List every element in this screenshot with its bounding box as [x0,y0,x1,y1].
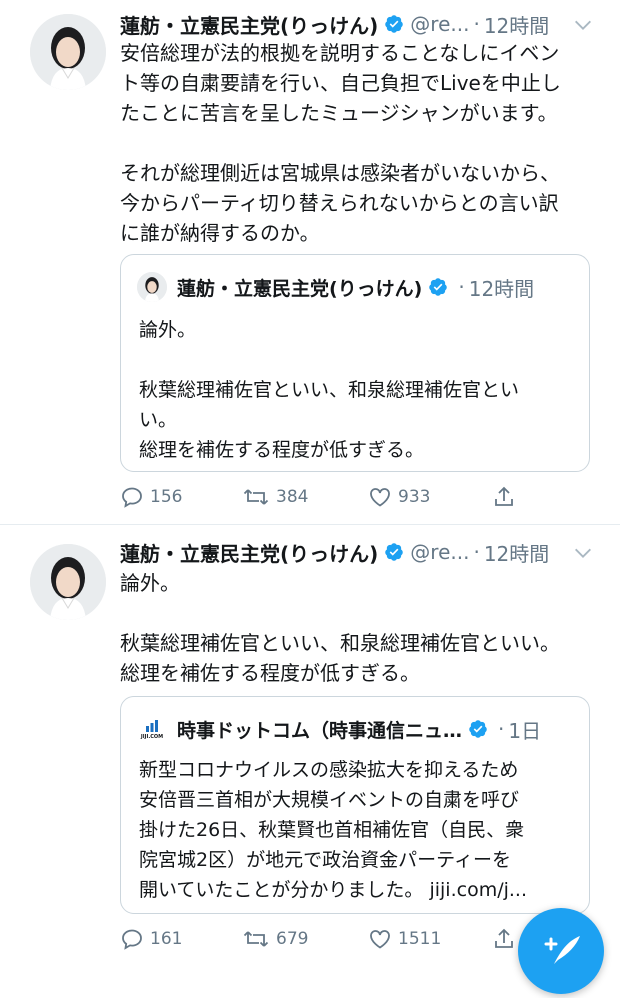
text-line: たことに苦言を呈したミュージシャンがいます。 [120,101,558,125]
text-line: 新型コロナウイルスの感染拡大を抑えるため [139,759,519,781]
share-icon [495,928,513,948]
avatar[interactable] [30,544,106,620]
quoted-display-name: 時事ドットコム（時事通信ニュ… [177,719,463,742]
text-line: 総理を補佐する程度が低すぎる。 [139,439,425,461]
quoted-timestamp: 1日 [508,718,542,743]
avatar[interactable] [30,14,106,90]
separator-dot: · [498,717,505,741]
like-button[interactable]: 933 [368,482,430,512]
tweet-1[interactable]: 蓮舫・立憲民主党(りっけん) @re... · 12時間 安倍総理が法的根拠を説… [0,0,620,522]
jiji-logo: JIJI.COM [137,714,167,744]
tweet-2[interactable]: 蓮舫・立憲民主党(りっけん) @re... · 12時間 論外。 秋葉総理補佐官… [0,526,620,967]
text-line: 院宮城2区）が地元で政治資金パーティーを [139,849,511,871]
text-line: 論外。 [120,571,180,595]
separator-dot: · [473,540,480,564]
text-line: 秋葉総理補佐官といい、和泉総理補佐官とい [139,379,520,401]
retweet-icon [243,489,269,505]
separator-dot: · [458,275,465,299]
handle[interactable]: @re... [410,540,469,564]
text-line: 掛けた26日、秋葉賢也首相補佐官（自民、衆 [139,819,525,841]
tweet-divider [0,524,620,525]
heart-icon [370,930,390,949]
retweet-button[interactable]: 679 [242,924,308,954]
text-line: 今からパーティ切り替えられないからとの言い訳 [120,191,559,215]
text-line: 総理を補佐する程度が低すぎる。 [120,661,420,685]
tweet-text: 安倍総理が法的根拠を説明することなしにイベン ト等の自粛要請を行い、自己負担でL… [120,38,600,248]
reply-button[interactable]: 156 [120,482,182,512]
quoted-avatar [137,272,167,302]
timestamp[interactable]: 12時間 [484,10,549,39]
verified-badge-icon [429,278,448,296]
share-icon [495,486,513,506]
quoted-tweet-header: 蓮舫・立憲民主党(りっけん) · 12時間 [137,271,534,303]
retweet-count: 384 [276,487,309,507]
heart-icon [370,488,390,507]
retweet-button[interactable]: 384 [242,482,308,512]
compose-tweet-icon [544,936,580,964]
jiji-logo-text: JIJI.COM [140,733,164,740]
tweet-header: 蓮舫・立憲民主党(りっけん) @re... · 12時間 [120,8,549,40]
tweet-header: 蓮舫・立憲民主党(りっけん) @re... · 12時間 [120,536,549,568]
quoted-display-name: 蓮舫・立憲民主党(りっけん) [177,277,423,300]
like-button[interactable]: 1511 [368,924,441,954]
text-line: 論外。 [139,319,197,341]
verified-badge-icon [385,15,404,33]
text-line: ト等の自粛要請を行い、自己負担でLiveを中止し [120,71,561,95]
text-line: 秋葉総理補佐官といい、和泉総理補佐官といい。 [120,631,560,655]
reply-count: 161 [150,929,183,949]
text-line: 安倍総理が法的根拠を説明することなしにイベン [120,41,560,65]
reply-count: 156 [150,487,183,507]
compose-tweet-button[interactable] [518,908,604,994]
quoted-tweet[interactable]: 蓮舫・立憲民主党(りっけん) · 12時間 論外。 秋葉総理補佐官といい、和泉総… [120,254,590,472]
like-count: 933 [398,487,431,507]
separator-dot: · [473,12,480,36]
like-count: 1511 [398,929,442,949]
verified-badge-icon [469,720,487,738]
timestamp[interactable]: 12時間 [484,538,549,567]
quoted-tweet[interactable]: JIJI.COM 時事ドットコム（時事通信ニュ… · 1日 新型コロナウイルスの… [120,696,590,914]
chevron-down-icon[interactable] [572,14,594,36]
share-button[interactable] [492,482,522,512]
tweet-actions: 161 679 1511 [120,924,520,954]
display-name[interactable]: 蓮舫・立憲民主党(りっけん) [120,538,378,567]
tweet-actions: 156 384 933 [120,482,520,512]
reply-icon [122,487,142,508]
quoted-tweet-text: 論外。 秋葉総理補佐官といい、和泉総理補佐官とい い。 総理を補佐する程度が低す… [139,315,579,465]
text-line: それが総理側近は宮城県は感染者がいないから、 [120,161,560,185]
quoted-timestamp: 12時間 [468,276,535,301]
reply-button[interactable]: 161 [120,924,182,954]
text-line: 開いていたことが分かりました。 jiji.com/j... [139,879,528,901]
retweet-icon [243,931,269,947]
reply-icon [122,929,142,950]
chevron-down-icon[interactable] [572,542,594,564]
text-line: に誰が納得するのか。 [120,221,320,245]
quoted-tweet-text: 新型コロナウイルスの感染拡大を抑えるため 安倍晋三首相が大規模イベントの自粛を呼… [139,755,579,905]
text-line: い。 [139,409,178,431]
quoted-tweet-header: JIJI.COM 時事ドットコム（時事通信ニュ… · 1日 [137,713,541,745]
text-line: 安倍晋三首相が大規模イベントの自粛を呼び [139,789,520,811]
handle[interactable]: @re... [410,12,469,36]
jiji-mark-icon [146,719,158,732]
verified-badge-icon [385,543,404,561]
display-name[interactable]: 蓮舫・立憲民主党(りっけん) [120,10,378,39]
retweet-count: 679 [276,929,309,949]
tweet-text: 論外。 秋葉総理補佐官といい、和泉総理補佐官といい。 総理を補佐する程度が低すぎ… [120,568,600,688]
